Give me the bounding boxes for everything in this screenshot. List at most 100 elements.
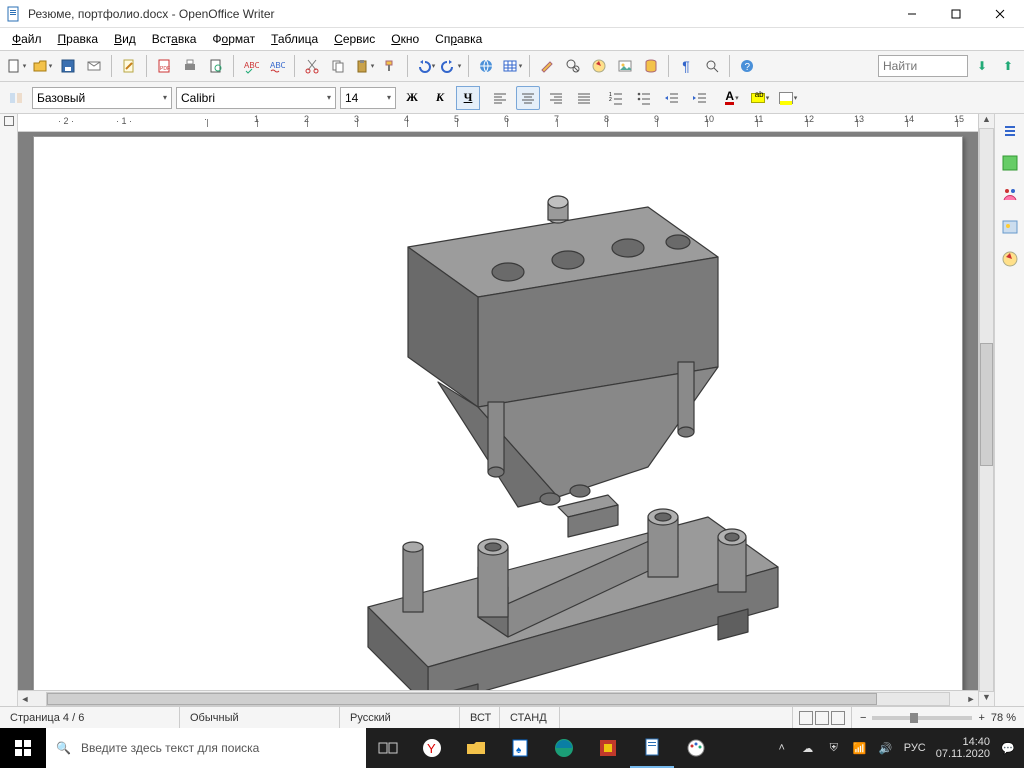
- taskbar-search[interactable]: 🔍 Введите здесь текст для поиска: [46, 728, 366, 768]
- view-mode-icons[interactable]: [793, 707, 852, 728]
- find-prev-button[interactable]: ⬇: [970, 54, 994, 78]
- zoom-out-icon[interactable]: −: [860, 712, 866, 724]
- export-pdf-button[interactable]: PDF: [152, 54, 176, 78]
- find-next-button[interactable]: ⬆: [996, 54, 1020, 78]
- tray-security-icon[interactable]: ⛨: [826, 740, 842, 756]
- autospell-button[interactable]: ABC: [265, 54, 289, 78]
- indent-inc-button[interactable]: [688, 86, 712, 110]
- help-button[interactable]: ?: [735, 54, 759, 78]
- start-button[interactable]: [0, 728, 46, 768]
- font-name-combo[interactable]: Calibri▾: [176, 87, 336, 109]
- edit-doc-button[interactable]: [117, 54, 141, 78]
- zoom-value[interactable]: 78 %: [991, 712, 1016, 724]
- menu-table[interactable]: Таблица: [263, 30, 326, 48]
- menu-window[interactable]: Окно: [383, 30, 427, 48]
- bg-color-button[interactable]: ▾: [776, 86, 800, 110]
- menu-format[interactable]: Формат: [204, 30, 263, 48]
- find-input[interactable]: [878, 55, 968, 77]
- print-preview-button[interactable]: [204, 54, 228, 78]
- bold-button[interactable]: Ж: [400, 86, 424, 110]
- sidebar-gallery-icon[interactable]: [999, 216, 1021, 238]
- menu-file[interactable]: Файл: [4, 30, 50, 48]
- taskbar-app-solitaire[interactable]: ♠: [498, 728, 542, 768]
- vertical-scrollbar[interactable]: ▲▼: [978, 114, 994, 706]
- gallery-button[interactable]: [613, 54, 637, 78]
- tray-network-icon[interactable]: 📶: [852, 740, 868, 756]
- sidebar-properties-icon[interactable]: [999, 152, 1021, 174]
- taskbar-app-writer[interactable]: [630, 728, 674, 768]
- datasource-button[interactable]: [639, 54, 663, 78]
- hyperlink-button[interactable]: [474, 54, 498, 78]
- tray-chevron-icon[interactable]: ˄: [774, 740, 790, 756]
- zoom-control[interactable]: − + 78 %: [852, 712, 1024, 724]
- spellcheck-button[interactable]: ABC: [239, 54, 263, 78]
- menu-help[interactable]: Справка: [427, 30, 490, 48]
- table-button[interactable]: ▾: [500, 54, 524, 78]
- indent-dec-button[interactable]: [660, 86, 684, 110]
- status-insert-mode[interactable]: ВСТ: [460, 707, 500, 728]
- menu-insert[interactable]: Вставка: [144, 30, 205, 48]
- bullet-list-button[interactable]: [632, 86, 656, 110]
- align-left-button[interactable]: [488, 86, 512, 110]
- system-tray[interactable]: ˄ ☁ ⛨ 📶 🔊 РУС 14:40 07.11.2020 💬: [766, 728, 1024, 768]
- align-right-button[interactable]: [544, 86, 568, 110]
- taskbar-app-edge[interactable]: [542, 728, 586, 768]
- minimize-button[interactable]: [890, 0, 934, 28]
- copy-button[interactable]: [326, 54, 350, 78]
- taskbar-app-paint[interactable]: [674, 728, 718, 768]
- undo-button[interactable]: ▾: [413, 54, 437, 78]
- new-doc-button[interactable]: ▾: [4, 54, 28, 78]
- highlight-button[interactable]: ab▾: [748, 86, 772, 110]
- cut-button[interactable]: [300, 54, 324, 78]
- horizontal-scrollbar[interactable]: ◄►: [18, 690, 978, 706]
- status-language[interactable]: Русский: [340, 707, 460, 728]
- taskbar-app-explorer[interactable]: [454, 728, 498, 768]
- number-list-button[interactable]: 12: [604, 86, 628, 110]
- tray-volume-icon[interactable]: 🔊: [878, 740, 894, 756]
- zoom-in-icon[interactable]: +: [978, 712, 984, 724]
- align-justify-button[interactable]: [572, 86, 596, 110]
- zoom-button[interactable]: [700, 54, 724, 78]
- menu-view[interactable]: Вид: [106, 30, 144, 48]
- styles-button[interactable]: [4, 86, 28, 110]
- task-view-button[interactable]: [366, 728, 410, 768]
- tray-notifications-icon[interactable]: 💬: [1000, 740, 1016, 756]
- format-toolbar: Базовый▾ Calibri▾ 14▾ Ж К Ч 12 A▾ ab▾ ▾: [0, 82, 1024, 114]
- horizontal-ruler[interactable]: · 2 ·· 1 · ·1234567891011121314151617: [18, 114, 978, 132]
- zoom-slider[interactable]: [872, 716, 972, 720]
- open-button[interactable]: ▾: [30, 54, 54, 78]
- italic-button[interactable]: К: [428, 86, 452, 110]
- taskbar-app-yandex[interactable]: Y: [410, 728, 454, 768]
- paste-button[interactable]: ▾: [352, 54, 376, 78]
- taskbar-app-generic1[interactable]: [586, 728, 630, 768]
- print-button[interactable]: [178, 54, 202, 78]
- close-button[interactable]: [978, 0, 1022, 28]
- document-viewport[interactable]: [18, 132, 978, 690]
- sidebar-toggle-icon[interactable]: [999, 120, 1021, 142]
- maximize-button[interactable]: [934, 0, 978, 28]
- find-replace-button[interactable]: [561, 54, 585, 78]
- tray-onedrive-icon[interactable]: ☁: [800, 740, 816, 756]
- paragraph-style-combo[interactable]: Базовый▾: [32, 87, 172, 109]
- email-button[interactable]: [82, 54, 106, 78]
- align-center-button[interactable]: [516, 86, 540, 110]
- font-color-button[interactable]: A▾: [720, 86, 744, 110]
- navigator-button[interactable]: [587, 54, 611, 78]
- nonprint-chars-button[interactable]: ¶: [674, 54, 698, 78]
- sidebar-styles-icon[interactable]: [999, 184, 1021, 206]
- font-size-combo[interactable]: 14▾: [340, 87, 396, 109]
- sidebar-navigator-icon[interactable]: [999, 248, 1021, 270]
- redo-button[interactable]: ▾: [439, 54, 463, 78]
- tray-language[interactable]: РУС: [904, 742, 926, 754]
- menu-edit[interactable]: Правка: [50, 30, 107, 48]
- show-draw-button[interactable]: [535, 54, 559, 78]
- menu-tools[interactable]: Сервис: [326, 30, 383, 48]
- format-paint-button[interactable]: [378, 54, 402, 78]
- status-style[interactable]: Обычный: [180, 707, 340, 728]
- underline-button[interactable]: Ч: [456, 86, 480, 110]
- tray-clock[interactable]: 14:40 07.11.2020: [936, 736, 990, 760]
- tab-stop-icon[interactable]: [4, 116, 14, 126]
- svg-text:ABC: ABC: [244, 61, 259, 70]
- status-selection-mode[interactable]: СТАНД: [500, 707, 560, 728]
- save-button[interactable]: [56, 54, 80, 78]
